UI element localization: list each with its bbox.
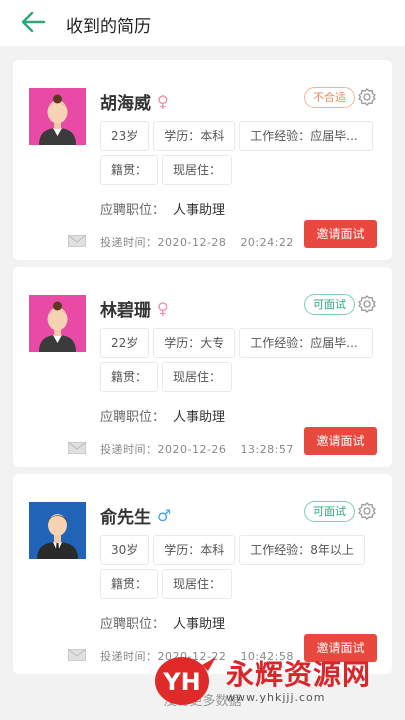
job-label: 应聘职位： [100, 410, 166, 425]
education-tag: 学历：本科 [153, 535, 236, 565]
origin-tag: 籍贯： [100, 569, 159, 599]
age-tag: 22岁 [100, 328, 150, 358]
job-value: 人事助理 [173, 617, 226, 632]
female-icon: ♀ [157, 298, 169, 318]
avatar-female [29, 88, 86, 145]
candidate-name: 俞先生 [100, 508, 151, 528]
submit-time: 投递时间：2020-12-26 13:28:57 [100, 443, 294, 456]
watermark-url: www.yhkjjj.com [226, 690, 326, 704]
residence-tag: 现居住： [162, 155, 233, 185]
job-label: 应聘职位： [100, 617, 166, 632]
education-tag: 学历：本科 [153, 121, 236, 151]
name-row: 胡海威 ♀ [100, 89, 169, 114]
age-tag: 30岁 [100, 535, 150, 565]
name-row: 林碧珊 ♀ [100, 296, 169, 321]
invite-interview-button[interactable]: 邀请面试 [304, 220, 377, 248]
submit-clock: 20:24:22 [240, 236, 294, 249]
residence-tag: 现居住： [162, 362, 233, 392]
candidate-name: 胡海威 [100, 94, 151, 114]
info-tags: 23岁 学历：本科 工作经验：应届毕... 籍贯： 现居住： [100, 121, 380, 189]
male-icon: ♂ [157, 505, 172, 525]
resume-card[interactable]: 俞先生 ♂ 可面试 30岁 学历：本科 工作经验：8年以上 籍贯： 现居住： 应… [13, 474, 392, 674]
residence-tag: 现居住： [162, 569, 233, 599]
female-icon: ♀ [157, 91, 169, 111]
gear-icon[interactable] [357, 294, 377, 314]
app-header: 收到的简历 [0, 0, 405, 46]
job-value: 人事助理 [173, 410, 226, 425]
back-arrow-icon[interactable] [20, 10, 46, 34]
gear-icon[interactable] [357, 87, 377, 107]
name-row: 俞先生 ♂ [100, 503, 171, 528]
status-badge: 可面试 [304, 294, 355, 315]
mail-icon [68, 235, 86, 247]
job-label: 应聘职位： [100, 203, 166, 218]
education-tag: 学历：大专 [153, 328, 236, 358]
submit-clock: 13:28:57 [240, 443, 294, 456]
experience-tag: 工作经验：应届毕... [239, 328, 374, 358]
submit-date: 2020-12-28 [157, 236, 227, 249]
experience-tag: 工作经验：8年以上 [239, 535, 365, 565]
resume-card[interactable]: 林碧珊 ♀ 可面试 22岁 学历：大专 工作经验：应届毕... 籍贯： 现居住：… [13, 267, 392, 467]
job-value: 人事助理 [173, 203, 226, 218]
invite-interview-button[interactable]: 邀请面试 [304, 427, 377, 455]
submit-date: 2020-12-26 [157, 443, 227, 456]
resume-card[interactable]: 胡海威 ♀ 不合适 23岁 学历：本科 工作经验：应届毕... 籍贯： 现居住：… [13, 60, 392, 260]
submit-time: 投递时间：2020-12-28 20:24:22 [100, 236, 294, 249]
info-tags: 30岁 学历：本科 工作经验：8年以上 籍贯： 现居住： [100, 535, 380, 603]
origin-tag: 籍贯： [100, 155, 159, 185]
watermark-name: 永辉资源网 [226, 657, 372, 691]
watermark: YH 永辉资源网 www.yhkjjj.com [150, 653, 371, 709]
avatar-female [29, 295, 86, 352]
mail-icon [68, 649, 86, 661]
avatar-male [29, 502, 86, 559]
watermark-logo: YH [155, 657, 216, 705]
job-row: 应聘职位： 人事助理 [100, 199, 225, 218]
candidate-name: 林碧珊 [100, 301, 151, 321]
mail-icon [68, 442, 86, 454]
origin-tag: 籍贯： [100, 362, 159, 392]
page-title: 收到的简历 [66, 17, 151, 37]
job-row: 应聘职位： 人事助理 [100, 406, 225, 425]
svg-text:YH: YH [162, 668, 200, 696]
info-tags: 22岁 学历：大专 工作经验：应届毕... 籍贯： 现居住： [100, 328, 380, 396]
age-tag: 23岁 [100, 121, 150, 151]
job-row: 应聘职位： 人事助理 [100, 613, 225, 632]
status-badge: 可面试 [304, 501, 355, 522]
experience-tag: 工作经验：应届毕... [239, 121, 374, 151]
gear-icon[interactable] [357, 501, 377, 521]
status-badge: 不合适 [304, 87, 355, 108]
